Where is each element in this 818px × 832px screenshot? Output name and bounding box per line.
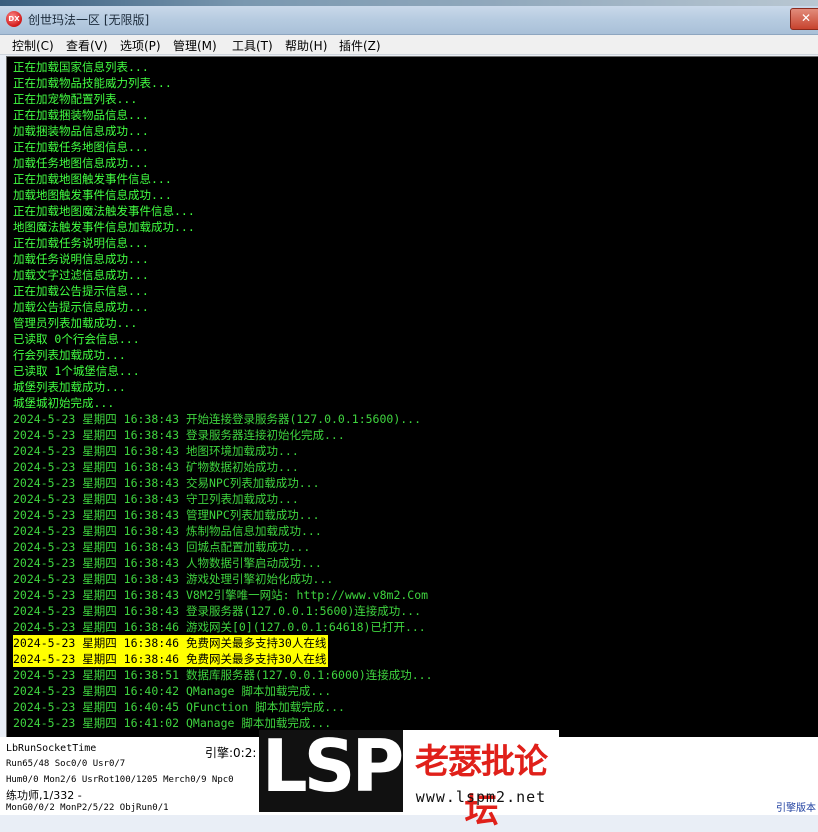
- log-line: 2024-5-23 星期四 16:38:43 游戏处理引擎初始化成功...: [13, 572, 334, 586]
- log-line: 正在加载捆装物品信息...: [13, 108, 149, 122]
- log-line: 2024-5-23 星期四 16:38:43 炼制物品信息加载成功...: [13, 524, 322, 538]
- log-line: 正在加载公告提示信息...: [13, 284, 149, 298]
- menu-bar: 控制(C) 查看(V) 选项(P) 管理(M) 工具(T) 帮助(H) 插件(Z…: [0, 35, 818, 55]
- log-line: 加载公告提示信息成功...: [13, 300, 149, 314]
- log-line: 正在加载地图魔法触发事件信息...: [13, 204, 195, 218]
- menu-help[interactable]: 帮助(H): [281, 36, 331, 55]
- window-title: 创世玛法一区 [无限版]: [28, 13, 150, 27]
- log-line: 2024-5-23 星期四 16:38:43 地图环境加载成功...: [13, 444, 299, 458]
- log-line: 加载文字过滤信息成功...: [13, 268, 149, 282]
- status-socket-time: LbRunSocketTime: [6, 743, 97, 754]
- log-line: 正在加载任务说明信息...: [13, 236, 149, 250]
- log-line: 2024-5-23 星期四 16:38:43 登录服务器连接初始化完成...: [13, 428, 345, 442]
- log-line-highlighted: 2024-5-23 星期四 16:38:46 免费网关最多支持30人在线: [13, 651, 329, 667]
- log-line: 2024-5-23 星期四 16:38:43 V8M2引擎唯一网站: http:…: [13, 588, 429, 602]
- menu-plugins[interactable]: 插件(Z): [335, 36, 385, 55]
- log-line: 2024-5-23 星期四 16:38:43 交易NPC列表加载成功...: [13, 476, 320, 490]
- status-trainer: 练功师,1/332 -: [6, 789, 82, 802]
- menu-options[interactable]: 选项(P): [116, 36, 165, 55]
- log-line: 正在加载国家信息列表...: [13, 60, 149, 74]
- watermark-cn: 老瑟批论坛: [415, 742, 548, 831]
- log-line: 加载任务地图信息成功...: [13, 156, 149, 170]
- status-engine-label: 引擎:0:2:: [205, 746, 257, 760]
- log-line: 加载捆装物品信息成功...: [13, 124, 149, 138]
- log-line: 2024-5-23 星期四 16:38:46 游戏网关[0](127.0.0.1…: [13, 620, 426, 634]
- log-line: 2024-5-23 星期四 16:38:51 数据库服务器(127.0.0.1:…: [13, 668, 433, 682]
- log-line: 正在加载地图触发事件信息...: [13, 172, 172, 186]
- log-line: 正在加载物品技能威力列表...: [13, 76, 172, 90]
- watermark-url: www.lspm2.net: [415, 788, 547, 806]
- log-line: 2024-5-23 星期四 16:38:43 管理NPC列表加载成功...: [13, 508, 320, 522]
- log-line: 2024-5-23 星期四 16:38:43 人物数据引擎启动成功...: [13, 556, 322, 570]
- log-line: 正在加载任务地图信息...: [13, 140, 149, 154]
- log-line: 已读取 0个行会信息...: [13, 332, 140, 346]
- window-titlebar[interactable]: DX 创世玛法一区 [无限版] ✕: [0, 6, 818, 35]
- log-line: 地图魔法触发事件信息加载成功...: [13, 220, 195, 234]
- close-button[interactable]: ✕: [790, 8, 818, 30]
- menu-manage[interactable]: 管理(M): [169, 36, 221, 55]
- menu-view[interactable]: 查看(V): [62, 36, 112, 55]
- watermark-logo: LSP 老瑟批论坛 www.lspm2.net: [259, 724, 559, 831]
- engine-version-label: 引擎版本: [776, 803, 816, 814]
- watermark-brand-block: LSP: [259, 724, 404, 812]
- log-line-highlighted: 2024-5-23 星期四 16:38:46 免费网关最多支持30人在线: [13, 635, 329, 651]
- menu-tools[interactable]: 工具(T): [228, 36, 277, 55]
- log-line: 加载任务说明信息成功...: [13, 252, 149, 266]
- log-line: 2024-5-23 星期四 16:38:43 开始连接登录服务器(127.0.0…: [13, 412, 422, 426]
- log-line: 2024-5-23 星期四 16:38:43 登录服务器(127.0.0.1:5…: [13, 604, 422, 618]
- status-hum: Hum0/0 Mon2/6 UsrRot100/1205 Merch0/9 Np…: [6, 775, 234, 785]
- log-line: 2024-5-23 星期四 16:38:43 回城点配置加载成功...: [13, 540, 311, 554]
- status-mon: MonG0/0/2 MonP2/5/22 ObjRun0/1: [6, 803, 169, 813]
- watermark-brand: LSP: [261, 724, 405, 808]
- log-line: 行会列表加载成功...: [13, 348, 126, 362]
- log-line: 2024-5-23 星期四 16:38:43 矿物数据初始成功...: [13, 460, 299, 474]
- watermark-text-block: 老瑟批论坛 www.lspm2.net: [403, 730, 559, 831]
- log-line: 管理员列表加载成功...: [13, 316, 138, 330]
- log-line: 2024-5-23 星期四 16:38:43 守卫列表加载成功...: [13, 492, 299, 506]
- log-console[interactable]: 正在加载国家信息列表... 正在加载物品技能威力列表... 正在加宠物配置列表...…: [6, 56, 818, 737]
- log-line: 2024-5-23 星期四 16:40:45 QFunction 脚本加载完成.…: [13, 700, 345, 714]
- app-icon: DX: [6, 11, 22, 27]
- log-line: 正在加宠物配置列表...: [13, 92, 138, 106]
- log-line: 城堡列表加载成功...: [13, 380, 126, 394]
- log-line: 加载地图触发事件信息成功...: [13, 188, 172, 202]
- status-run: Run65/48 Soc0/0 Usr0/7: [6, 759, 126, 769]
- log-line: 城堡城初始完成...: [13, 396, 115, 410]
- log-line: 2024-5-23 星期四 16:40:42 QManage 脚本加载完成...: [13, 684, 332, 698]
- log-line: 已读取 1个城堡信息...: [13, 364, 140, 378]
- menu-control[interactable]: 控制(C): [8, 36, 58, 55]
